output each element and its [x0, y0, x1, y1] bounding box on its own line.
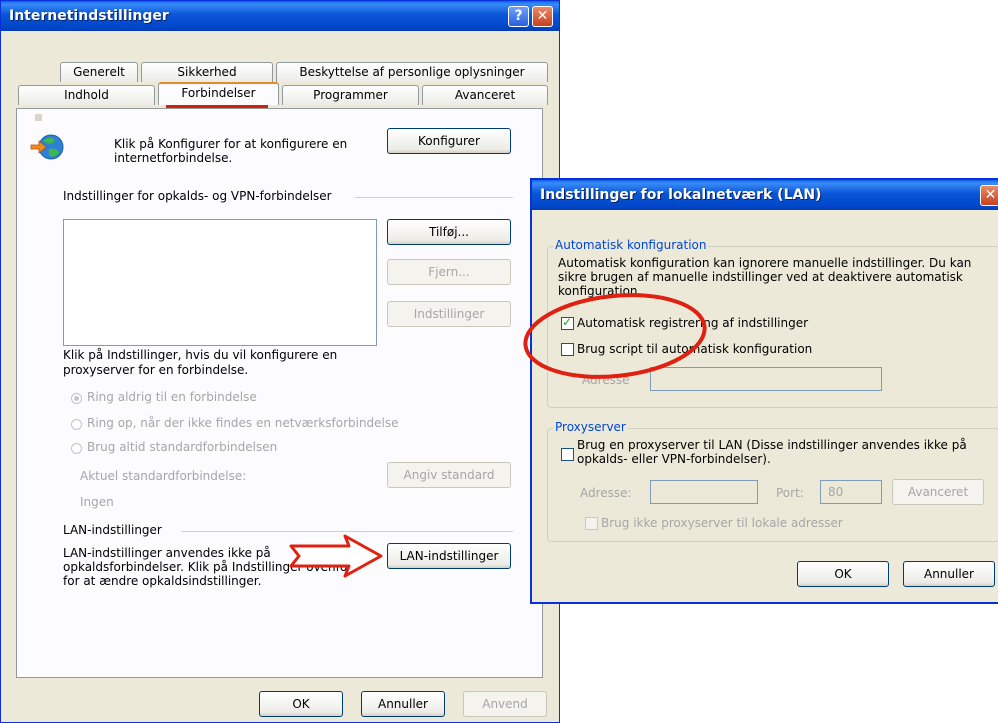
- setup-text: Klik på Konfigurer for at konfigurere en…: [114, 137, 348, 165]
- remove-button[interactable]: Fjern...: [387, 259, 511, 285]
- proxy-text: Klik på Indstillinger, hvis du vil konfi…: [63, 348, 338, 377]
- use-proxy-checkbox[interactable]: [561, 448, 574, 461]
- connections-panel: Klik på Konfigurer for at konfigurere en…: [16, 108, 543, 678]
- title-bar[interactable]: Internetindstillinger ? ✕: [1, 1, 559, 31]
- tab-avanceret[interactable]: Avanceret: [422, 85, 548, 105]
- proxy-group-label: Proxyserver: [553, 420, 628, 434]
- tab-sikkerhed[interactable]: Sikkerhed: [141, 62, 273, 82]
- radio-always-dial-label: Brug altid standardforbindelsen: [87, 440, 278, 454]
- current-default-label: Aktuel standardforbindelse:: [80, 469, 247, 483]
- bypass-local-label: Brug ikke proxyserver til lokale adresse…: [601, 516, 843, 530]
- radio-never-dial-label: Ring aldrig til en forbindelse: [87, 390, 257, 404]
- lan-close-button[interactable]: ✕: [980, 185, 998, 206]
- arrow-annotation-icon: [289, 534, 383, 578]
- radio-dial-when-none-label: Ring op, når der ikke findes en netværks…: [87, 416, 399, 430]
- lan-ok-button[interactable]: OK: [797, 561, 889, 587]
- focus-marker: [35, 114, 42, 121]
- circle-annotation: [523, 293, 707, 379]
- radio-never-dial[interactable]: [71, 393, 82, 404]
- lan-settings-button[interactable]: LAN-indstillinger: [387, 543, 511, 569]
- help-button[interactable]: ?: [508, 6, 529, 27]
- settings-button[interactable]: Indstillinger: [387, 301, 511, 327]
- connections-list[interactable]: [63, 219, 377, 346]
- proxy-address-input[interactable]: [650, 480, 758, 504]
- lan-cancel-button[interactable]: Annuller: [903, 561, 995, 587]
- close-button[interactable]: ✕: [532, 6, 553, 27]
- cancel-button[interactable]: Annuller: [361, 691, 445, 717]
- dialup-separator: [355, 197, 513, 198]
- set-default-button[interactable]: Angiv standard: [387, 462, 511, 488]
- configure-button[interactable]: Konfigurer: [387, 128, 511, 154]
- apply-button[interactable]: Anvend: [463, 691, 547, 717]
- window-title: Internetindstillinger: [9, 8, 169, 24]
- port-input[interactable]: 80: [820, 480, 882, 504]
- tab-beskyttelse[interactable]: Beskyttelse af personlige oplysninger: [276, 62, 548, 82]
- add-button[interactable]: Tilføj...: [387, 219, 511, 245]
- radio-always-dial[interactable]: [71, 443, 82, 454]
- bypass-local-checkbox[interactable]: [585, 517, 598, 530]
- auto-config-group-label: Automatisk konfiguration: [553, 238, 709, 252]
- lan-dialog-title: Indstillinger for lokalnetværk (LAN): [540, 187, 822, 203]
- radio-dial-when-none[interactable]: [71, 419, 82, 430]
- current-default-value: Ingen: [80, 495, 114, 509]
- port-label: Port:: [776, 486, 804, 500]
- internet-options-window: Internetindstillinger ? ✕ Generelt Sikke…: [0, 0, 560, 723]
- proxy-address-label: Adresse:: [580, 486, 632, 500]
- lan-settings-dialog: Indstillinger for lokalnetværk (LAN) ✕ A…: [523, 178, 998, 604]
- lan-separator: [181, 531, 513, 532]
- lan-title-bar[interactable]: Indstillinger for lokalnetværk (LAN) ✕: [532, 180, 998, 210]
- tab-generelt[interactable]: Generelt: [60, 62, 138, 82]
- tab-indhold[interactable]: Indhold: [18, 85, 155, 105]
- proxy-advanced-button[interactable]: Avanceret: [892, 479, 984, 505]
- use-proxy-label: Brug en proxyserver til LAN (Disse indst…: [577, 438, 967, 466]
- ok-button[interactable]: OK: [259, 691, 343, 717]
- globe-icon: [30, 134, 64, 160]
- lan-heading: LAN-indstillinger: [63, 523, 162, 537]
- dialup-heading: Indstillinger for opkalds- og VPN-forbin…: [63, 189, 332, 203]
- tab-forbindelser[interactable]: Forbindelser: [158, 82, 279, 105]
- tab-programmer[interactable]: Programmer: [282, 85, 419, 105]
